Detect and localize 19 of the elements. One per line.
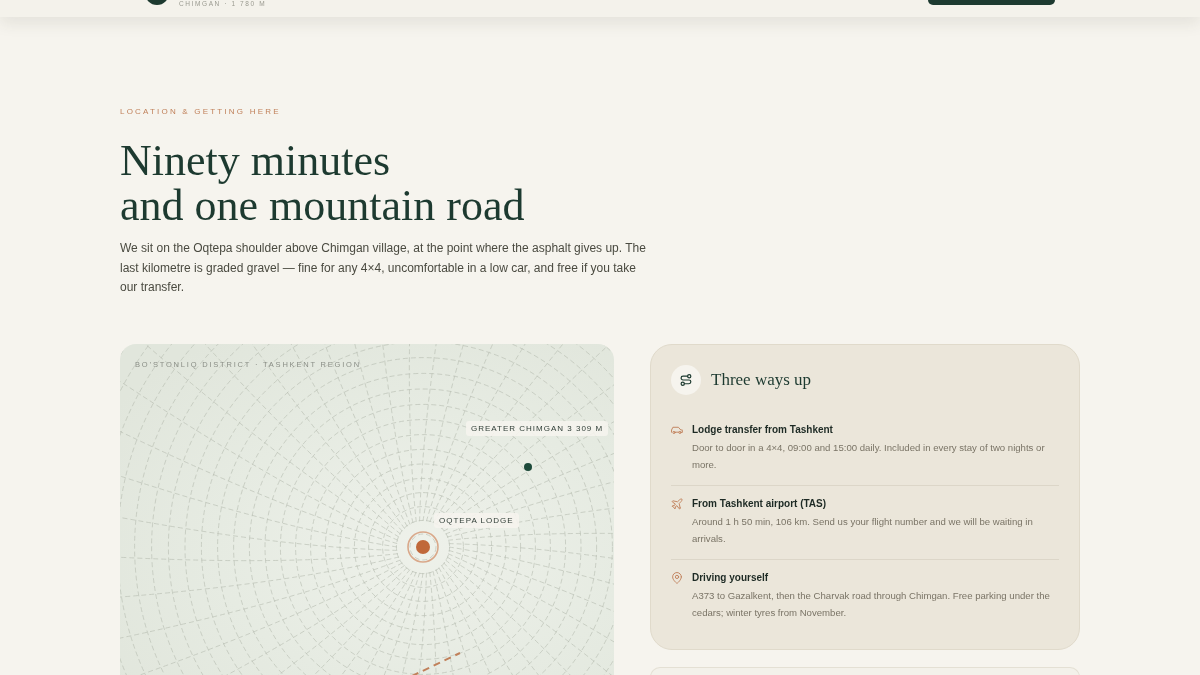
section-title: and one mountain road — [120, 183, 525, 228]
header-button[interactable] — [928, 0, 1055, 5]
dashed-route-line — [411, 651, 461, 675]
intro-paragraph: We sit on the Oqtepa shoulder above Chimgan village, at the point where the asphalt gives up. The last kilometre is graded gravel — fine for any 4×4, uncomfortable in a low car, and free if you take our transfer. — [120, 240, 647, 296]
logo-icon — [145, 0, 169, 5]
section-eyebrow: LOCATION & GETTING HERE — [120, 107, 281, 117]
option-title: From Tashkent airport (TAS) — [692, 496, 827, 511]
lodge-marker-icon — [407, 530, 439, 563]
option-description: A373 to Gazalkent, then the Charvak road through Chimgan. Free parking under the cedars; winter tyres from November. — [692, 588, 1051, 620]
option-description: Door to door in a 4×4, 09:00 and 15:00 daily. Included in every stay of two nights or more. — [692, 440, 1046, 472]
option-title: Driving yourself — [692, 570, 769, 585]
plane-icon — [671, 497, 683, 510]
route-icon — [671, 364, 701, 395]
map-pin-icon — [671, 571, 683, 584]
peak-dot-icon — [524, 462, 532, 471]
option-title: Lodge transfer from Tashkent — [692, 422, 833, 437]
option-description: Around 1 h 50 min, 106 km. Send us your flight number and we will be waiting in arrivals. — [692, 514, 1034, 546]
card-title: Three ways up — [711, 369, 812, 390]
section-title: Ninety minutes — [120, 138, 391, 183]
